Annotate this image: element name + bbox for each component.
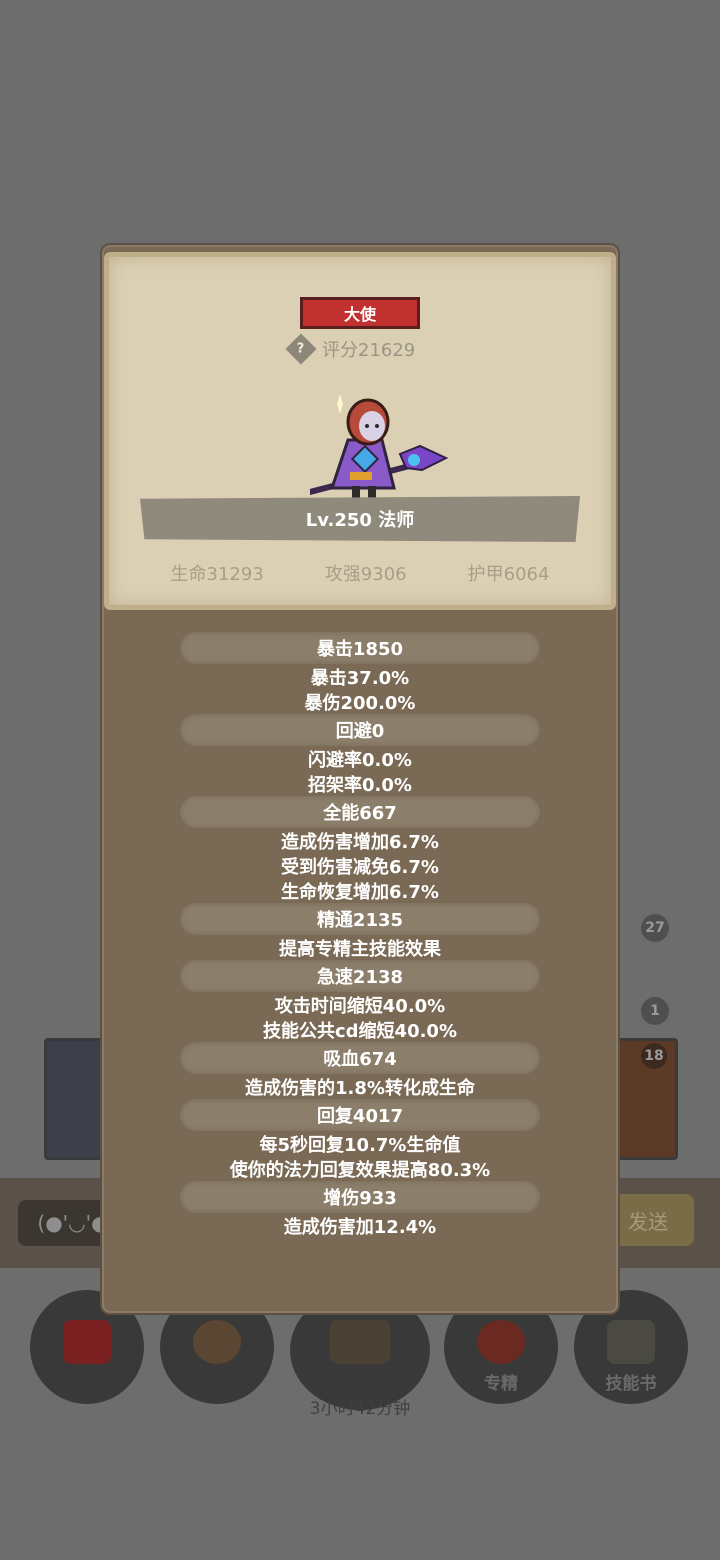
equipment-slot-right: 18 (614, 1038, 678, 1160)
score-row: ? 评分21629 (285, 333, 416, 365)
stat-header-damage-bonus: 增伤933 (180, 1181, 540, 1213)
stat-line: 使你的法力回复效果提高80.3% (229, 1159, 491, 1181)
stat-header-versatility: 全能667 (180, 796, 540, 828)
stat-line: 攻击时间缩短40.0% (274, 995, 446, 1017)
base-stat-hp: 生命31293 (170, 564, 264, 585)
stat-header-crit: 暴击1850 (180, 632, 540, 664)
bread-icon (193, 1320, 241, 1364)
count-badge: 1 (641, 997, 669, 1025)
stat-header-mastery: 精通2135 (180, 903, 540, 935)
stat-line: 造成伤害增加6.7% (281, 831, 439, 853)
skill-book-icon (607, 1320, 655, 1364)
equipment-slot-left (44, 1038, 108, 1160)
stat-line: 每5秒回复10.7%生命值 (259, 1134, 461, 1156)
stat-header-haste: 急速2138 (180, 960, 540, 992)
stat-line: 提高专精主技能效果 (279, 938, 441, 960)
rank-badge: 大使 (300, 297, 420, 329)
stat-line: 造成伤害的1.8%转化成生命 (245, 1077, 475, 1099)
stat-line: 暴击37.0% (310, 667, 410, 689)
stat-header-dodge: 回避0 (180, 714, 540, 746)
base-stats-row: 生命31293 攻强9306 护甲6064 (140, 560, 580, 586)
nav-label: 专精 (484, 1374, 518, 1394)
stat-line: 招架率0.0% (308, 774, 412, 796)
stat-line: 生命恢复增加6.7% (281, 881, 439, 903)
nav-label: 技能书 (605, 1374, 657, 1394)
base-stat-armor: 护甲6064 (467, 564, 550, 585)
mage-avatar (310, 394, 449, 498)
specialization-icon (477, 1320, 525, 1364)
potion-icon (63, 1320, 111, 1364)
count-badge: 27 (641, 914, 669, 942)
stat-header-regen: 回复4017 (180, 1099, 540, 1131)
count-badge: 18 (641, 1043, 667, 1069)
base-stat-attack: 攻强9306 (324, 564, 407, 585)
stat-line: 暴伤200.0% (304, 692, 416, 714)
stat-line: 造成伤害加12.4% (283, 1216, 437, 1238)
score-text: 评分21629 (322, 340, 416, 361)
chest-icon (330, 1320, 390, 1364)
hero-title: Lv.250 法师 (140, 496, 580, 542)
chest-timer: 3小时42分钟 (309, 1399, 411, 1419)
stat-line: 技能公共cd缩短40.0% (262, 1020, 457, 1042)
stat-line: 受到伤害减免6.7% (281, 856, 439, 878)
help-icon[interactable]: ? (285, 333, 317, 365)
stat-list: 暴击1850 暴击37.0% 暴伤200.0% 回避0 闪避率0.0% 招架率0… (180, 632, 540, 1238)
stat-header-leech: 吸血674 (180, 1042, 540, 1074)
stat-line: 闪避率0.0% (308, 749, 412, 771)
